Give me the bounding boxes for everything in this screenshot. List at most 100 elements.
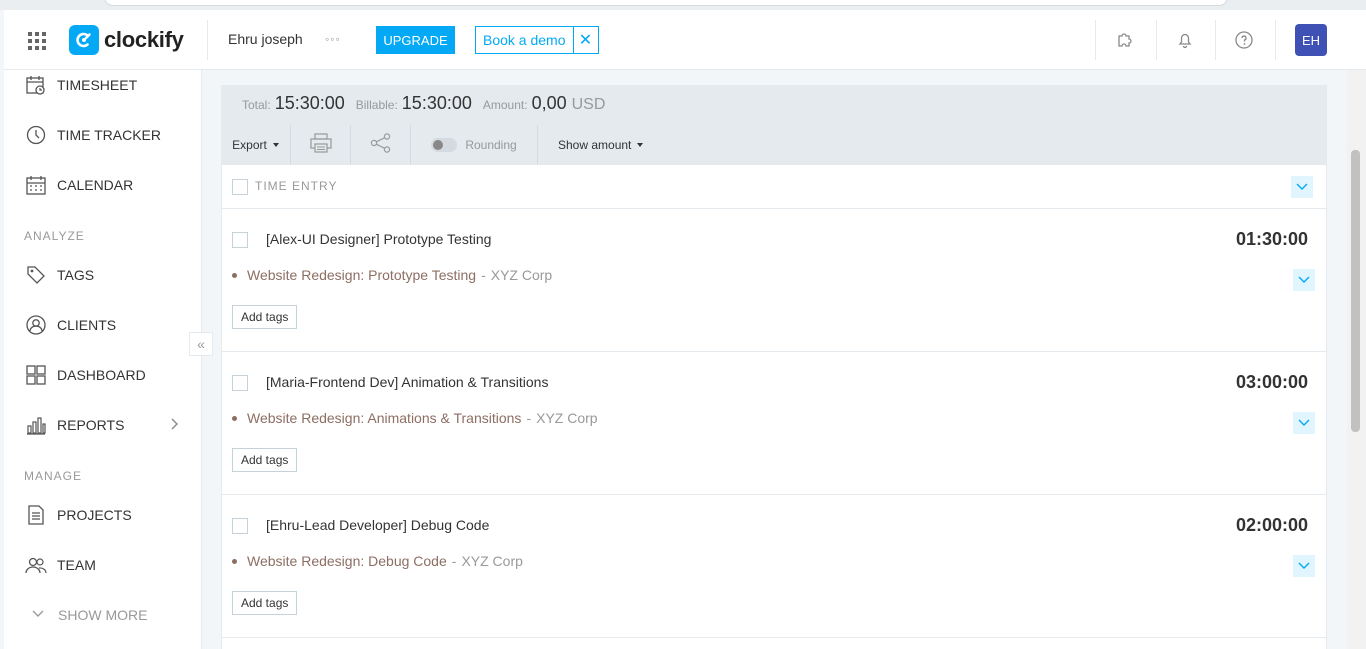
billable-label: Billable: [355, 98, 398, 112]
projects-icon [24, 503, 48, 527]
collapse-sidebar-icon[interactable]: « [189, 332, 213, 356]
close-icon[interactable]: ✕ [574, 27, 598, 53]
clockify-logo-icon [69, 25, 99, 55]
caret-down-icon [272, 143, 279, 147]
sidebar-item-clients[interactable]: CLIENTS [4, 305, 202, 345]
export-label: Export [232, 138, 267, 152]
time-entries-list: TIME ENTRY [Alex-UI Designer] Prototype … [221, 164, 1327, 649]
divider [1215, 20, 1216, 60]
scrollbar[interactable] [1347, 70, 1366, 649]
chevron-down-icon[interactable] [1291, 176, 1313, 198]
rounding-label: Rounding [465, 138, 517, 152]
address-bar[interactable] [104, 0, 1228, 6]
entry-checkbox[interactable] [232, 518, 248, 534]
sidebar-item-time-tracker[interactable]: TIME TRACKER [4, 115, 202, 155]
add-tags-button[interactable]: Add tags [232, 448, 298, 472]
project-color-dot [232, 558, 237, 564]
project-name: Website Redesign: Debug Code [247, 553, 447, 569]
app-name: clockify [104, 27, 184, 52]
top-bar: clockify Ehru joseph ◦◦◦ UPGRADE Book a … [4, 10, 1366, 70]
entry-description[interactable]: [Maria-Frontend Dev] Animation & Transit… [266, 374, 548, 390]
project-color-dot [232, 272, 237, 278]
time-entry-row: [Maria-Frontend Dev] Animation & Transit… [222, 352, 1326, 495]
sidebar-item-label: CLIENTS [57, 317, 117, 333]
project-color-dot [232, 415, 237, 421]
rounding-toggle[interactable]: Rounding [411, 125, 538, 165]
help-icon[interactable] [1233, 29, 1255, 51]
sidebar-item-label: DASHBOARD [57, 367, 146, 383]
avatar[interactable]: EH [1295, 24, 1327, 56]
toggle-switch[interactable] [431, 138, 458, 152]
clients-icon [24, 313, 48, 337]
entry-project[interactable]: Website Redesign: Animations & Transitio… [232, 410, 598, 426]
chevron-down-icon[interactable] [1293, 269, 1315, 291]
clock-icon [24, 123, 48, 147]
tag-icon [24, 263, 48, 287]
entry-duration: 03:00:00 [1235, 372, 1308, 392]
reports-icon [24, 413, 48, 437]
sidebar-item-label: TAGS [57, 267, 95, 283]
sidebar-item-dashboard[interactable]: DASHBOARD [4, 355, 202, 395]
sidebar-item-timesheet[interactable]: TIMESHEET [4, 65, 202, 105]
sidebar-item-reports[interactable]: REPORTS [4, 405, 202, 445]
bell-icon[interactable] [1174, 29, 1196, 51]
browser-strip [0, 0, 1366, 10]
divider [207, 20, 208, 60]
show-amount-dropdown[interactable]: Show amount [538, 138, 644, 152]
section-title-manage: MANAGE [24, 469, 83, 483]
chevron-down-icon[interactable] [1293, 555, 1315, 577]
sidebar-item-team[interactable]: TEAM [4, 545, 202, 585]
sidebar-item-projects[interactable]: PROJECTS [4, 495, 202, 535]
amount-label: Amount: [482, 98, 528, 112]
dashboard-icon [24, 363, 48, 387]
sidebar-item-label: PROJECTS [57, 507, 132, 523]
amount-value: 0,00 [531, 93, 567, 113]
toolbar: Export Rounding Show amount [221, 125, 1327, 165]
workspace-name[interactable]: Ehru joseph [228, 31, 303, 47]
billable-value: 15:30:00 [401, 93, 472, 113]
entry-description[interactable]: [Alex-UI Designer] Prototype Testing [266, 231, 491, 247]
entry-description[interactable]: [Ehru-Lead Developer] Debug Code [266, 517, 489, 533]
show-more-button[interactable]: SHOW MORE [32, 606, 147, 624]
scrollbar-thumb[interactable] [1351, 150, 1360, 432]
share-icon [370, 132, 392, 158]
book-demo-button[interactable]: Book a demo [476, 27, 574, 53]
client-name: XYZ Corp [536, 410, 598, 426]
sidebar-item-label: CALENDAR [57, 177, 134, 193]
grid-icon[interactable] [28, 32, 46, 50]
show-amount-label: Show amount [558, 138, 632, 152]
entry-project[interactable]: Website Redesign: Debug Code - XYZ Corp [232, 553, 523, 569]
summary-panel: Total: 15:30:00 Billable: 15:30:00 Amoun… [221, 85, 1327, 165]
sidebar-item-calendar[interactable]: CALENDAR [4, 165, 202, 205]
project-name: Website Redesign: Animations & Transitio… [247, 410, 522, 426]
export-dropdown[interactable]: Export [221, 125, 291, 165]
entries-header-label: TIME ENTRY [255, 179, 338, 193]
sidebar-item-label: TIME TRACKER [57, 127, 161, 143]
sidebar-item-tags[interactable]: TAGS [4, 255, 202, 295]
entry-checkbox[interactable] [232, 375, 248, 391]
show-more-label: SHOW MORE [58, 607, 148, 623]
caret-down-icon [637, 143, 644, 147]
print-button[interactable] [291, 125, 351, 165]
chevron-down-icon[interactable] [1293, 412, 1315, 434]
puzzle-icon[interactable] [1114, 29, 1136, 51]
separator: - [481, 267, 486, 283]
sidebar-item-label: TIMESHEET [57, 77, 138, 93]
entry-duration: 01:30:00 [1235, 229, 1308, 249]
entry-project[interactable]: Website Redesign: Prototype Testing - XY… [232, 267, 552, 283]
separator: - [526, 410, 532, 426]
add-tags-button[interactable]: Add tags [232, 591, 298, 615]
entry-checkbox[interactable] [232, 232, 248, 248]
add-tags-button[interactable]: Add tags [232, 305, 298, 329]
time-entry-row: [Ehru-Lead Developer] Debug Code 02:00:0… [222, 495, 1326, 638]
select-all-checkbox[interactable] [232, 179, 248, 195]
sidebar: TIMESHEET TIME TRACKER CALENDAR ANALYZE … [4, 70, 202, 649]
sidebar-item-label: REPORTS [57, 417, 125, 433]
chevron-right-icon [169, 417, 179, 436]
logo[interactable]: clockify [69, 25, 184, 55]
separator: - [451, 553, 457, 569]
workspace-more-icon[interactable]: ◦◦◦ [325, 32, 341, 46]
share-button[interactable] [351, 125, 411, 165]
amount-currency: USD [571, 96, 606, 113]
upgrade-button[interactable]: UPGRADE [376, 26, 455, 54]
